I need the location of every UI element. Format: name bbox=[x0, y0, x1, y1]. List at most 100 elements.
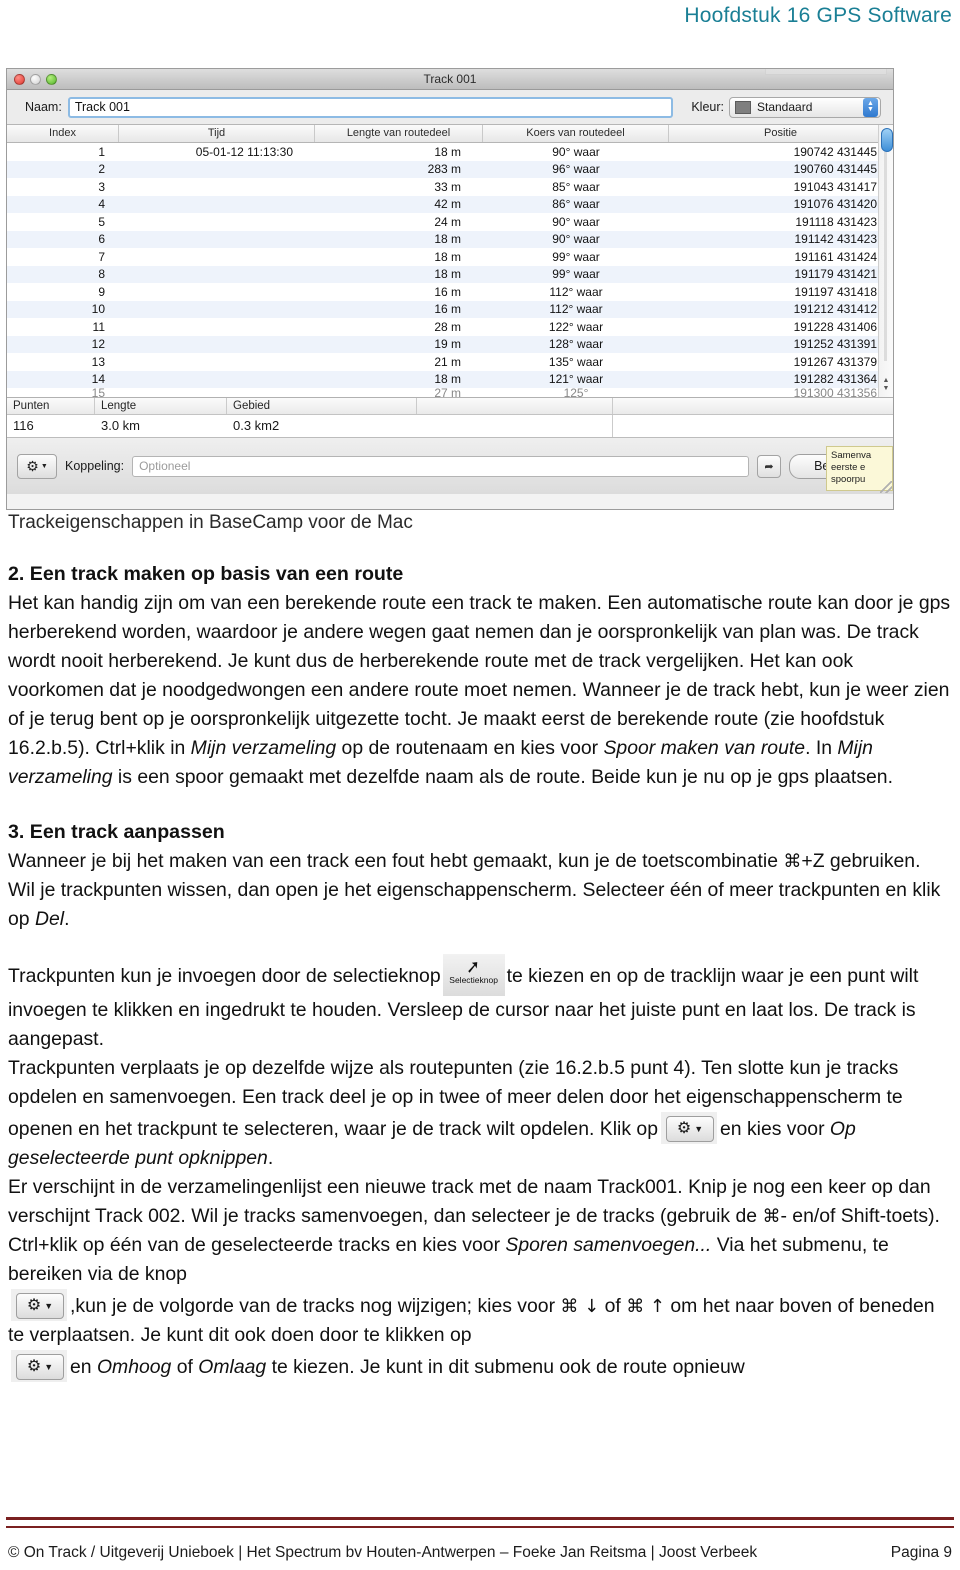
cell-positie: 191212 431412 bbox=[793, 302, 877, 317]
table-row[interactable]: 10 16 m 112° waar 191212 431412 bbox=[7, 300, 893, 318]
gear-icon: ⚙ bbox=[26, 458, 39, 474]
cell-index: 11 bbox=[92, 319, 105, 334]
command-up-shortcut: ⌘ ↑ bbox=[626, 1296, 665, 1317]
cell-positie: 191161 431424 bbox=[794, 249, 877, 264]
cell-koers: 122° waar bbox=[548, 319, 604, 334]
s2-text-c: . In bbox=[805, 737, 838, 759]
cell-tijd: 05-01-12 11:13:30 bbox=[195, 144, 293, 159]
cell-positie: 191228 431406 bbox=[793, 319, 877, 334]
tooltip-line: Samenva bbox=[831, 450, 872, 461]
chevron-updown-icon[interactable]: ▲ ▼ bbox=[863, 97, 878, 117]
summary-value-gebied: 0.3 km2 bbox=[233, 418, 280, 433]
cell-koers: 135° waar bbox=[548, 354, 604, 369]
command-key-icon: ⌘ bbox=[783, 851, 802, 872]
order-mid: of bbox=[599, 1295, 627, 1317]
cell-koers: 90° waar bbox=[552, 144, 600, 159]
column-header-koers[interactable]: Koers van routedeel bbox=[483, 125, 669, 142]
body-content: 2. Een track maken op basis van een rout… bbox=[8, 560, 952, 1382]
s2-italic-1: Mijn verzameling bbox=[190, 737, 337, 759]
s2-text-b: op de routenaam en kies voor bbox=[336, 737, 604, 759]
color-label: Kleur: bbox=[691, 100, 724, 114]
inline-gear-button-image[interactable]: ⚙ ▼ bbox=[11, 1350, 67, 1382]
cell-positie: 191043 431417 bbox=[793, 179, 877, 194]
column-header-tijd[interactable]: Tijd bbox=[119, 125, 315, 142]
cell-lengte: 18 m bbox=[434, 372, 461, 387]
scrollbar-track[interactable] bbox=[884, 152, 887, 361]
cell-positie: 190742 431445 bbox=[793, 144, 877, 159]
footer-divider bbox=[6, 1517, 954, 1528]
column-header-index[interactable]: Index bbox=[7, 125, 119, 142]
s2-text-a: Het kan handig zijn om van een berekende… bbox=[8, 592, 951, 759]
scrollbar-arrows[interactable]: ▲ ▼ bbox=[881, 377, 891, 393]
color-dropdown[interactable]: Standaard ▲ ▼ bbox=[729, 96, 881, 118]
table-row[interactable]: 2 283 m 96° waar 190760 431445 bbox=[7, 160, 893, 178]
column-header-lengte[interactable]: Lengte van routedeel bbox=[315, 125, 483, 142]
cell-index: 7 bbox=[98, 249, 105, 264]
inline-gear-button-image[interactable]: ⚙ ▼ bbox=[11, 1289, 67, 1321]
table-row[interactable]: 14 18 m 121° waar 191282 431364 bbox=[7, 370, 893, 388]
last-text-a: en bbox=[70, 1356, 97, 1378]
table-row[interactable]: 8 18 m 99° waar 191179 431421 bbox=[7, 265, 893, 283]
scrollbar-thumb[interactable] bbox=[881, 128, 893, 152]
table-row[interactable]: 9 16 m 112° waar 191197 431418 bbox=[7, 283, 893, 301]
window-title: Track 001 bbox=[423, 72, 477, 86]
color-value: Standaard bbox=[757, 100, 813, 114]
command-key-icon: ⌘ bbox=[762, 1206, 781, 1227]
cell-koers: 112° waar bbox=[549, 302, 603, 317]
name-row: Naam: Track 001 Kleur: Standaard ▲ ▼ bbox=[7, 90, 893, 124]
cell-positie: 191118 431423 bbox=[795, 214, 877, 229]
name-input[interactable]: Track 001 bbox=[67, 96, 674, 118]
table-row[interactable]: 3 33 m 85° waar 191043 431417 bbox=[7, 178, 893, 196]
cell-positie: 191142 431423 bbox=[794, 232, 877, 247]
cell-koers: 125° bbox=[563, 388, 589, 397]
table-row[interactable]: 12 19 m 128° waar 191252 431391 bbox=[7, 335, 893, 353]
cell-positie: 191300 431356 bbox=[793, 388, 877, 397]
gear-icon: ⚙ bbox=[26, 1358, 42, 1375]
column-header-positie[interactable]: Positie bbox=[669, 125, 893, 142]
summary-header-gebied: Gebied bbox=[227, 398, 417, 414]
cell-lengte: 19 m bbox=[434, 337, 461, 352]
cell-index: 8 bbox=[98, 267, 105, 282]
figure-caption: Trackeigenschappen in BaseCamp voor de M… bbox=[8, 512, 413, 533]
cell-lengte: 33 m bbox=[434, 179, 461, 194]
table-row[interactable]: 1 05-01-12 11:13:30 18 m 90° waar 190742… bbox=[7, 143, 893, 161]
resize-handle-icon[interactable] bbox=[880, 481, 892, 493]
go-arrow-button[interactable]: ➦ bbox=[757, 454, 781, 478]
selectieknop-paragraph: Trackpunten kun je invoegen door de sele… bbox=[8, 954, 952, 1054]
summary-values-row: 116 3.0 km 0.3 km2 bbox=[7, 415, 893, 437]
table-row[interactable]: 11 28 m 122° waar 191228 431406 bbox=[7, 318, 893, 336]
summary-value-lengte: 3.0 km bbox=[101, 418, 141, 433]
name-label: Naam: bbox=[25, 100, 62, 114]
gear-icon: ⚙ bbox=[676, 1120, 692, 1137]
table-row[interactable]: 5 24 m 90° waar 191118 431423 bbox=[7, 213, 893, 231]
last-italic-omlaag: Omlaag bbox=[198, 1356, 267, 1378]
tooltip-line: eerste e bbox=[831, 462, 866, 473]
selectieknop-button-image[interactable]: ➚ Selectieknop bbox=[442, 954, 505, 996]
summary-header: Punten Lengte Gebied bbox=[7, 398, 893, 415]
table-row[interactable]: 13 21 m 135° waar 191267 431379 bbox=[7, 353, 893, 371]
s3-text-c: . bbox=[64, 908, 70, 930]
gear-menu-button[interactable]: ⚙ ▼ bbox=[17, 453, 57, 479]
cell-index: 2 bbox=[98, 162, 105, 177]
last-paragraph: ⚙ ▼ en Omhoog of Omlaag te kiezen. Je kunt… bbox=[8, 1350, 952, 1382]
cell-index: 3 bbox=[98, 179, 105, 194]
cell-positie: 190760 431445 bbox=[793, 162, 877, 177]
color-swatch-icon bbox=[735, 100, 751, 114]
table-row[interactable]: 4 42 m 86° waar 191076 431420 bbox=[7, 195, 893, 213]
table-row[interactable]: 6 18 m 90° waar 191142 431423 bbox=[7, 230, 893, 248]
inline-gear-button-image[interactable]: ⚙ ▼ bbox=[660, 1112, 717, 1144]
table-scrollbar[interactable]: ▲ ▼ bbox=[878, 125, 893, 397]
cell-index: 9 bbox=[98, 284, 105, 299]
table-row[interactable]: 7 18 m 99° waar 191161 431424 bbox=[7, 248, 893, 266]
cell-positie: 191197 431418 bbox=[794, 284, 877, 299]
table-row[interactable]: 15 27 m 125° 191300 431356 bbox=[7, 388, 893, 397]
cell-koers: 90° waar bbox=[552, 214, 600, 229]
cell-index: 15 bbox=[91, 388, 105, 397]
cell-koers: 85° waar bbox=[552, 179, 600, 194]
cell-index: 6 bbox=[98, 232, 105, 247]
gear-icon: ⚙ bbox=[26, 1297, 42, 1314]
koppeling-input[interactable]: Optioneel bbox=[132, 455, 749, 477]
last-italic-omhoog: Omhoog bbox=[96, 1356, 172, 1378]
chevron-down-icon: ▼ bbox=[694, 1123, 704, 1134]
